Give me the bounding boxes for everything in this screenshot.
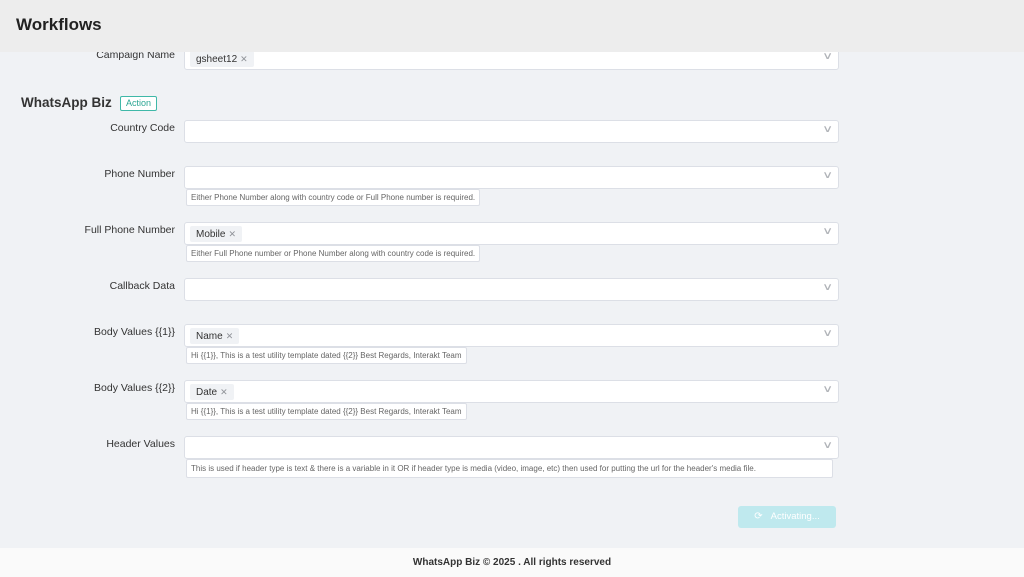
- chevron-down-icon: ∨: [821, 170, 833, 181]
- header-values-select[interactable]: ∨: [184, 436, 839, 459]
- chevron-down-icon: ∨: [821, 51, 833, 62]
- header-values-hint: This is used if header type is text & th…: [186, 459, 833, 478]
- campaign-tag: gsheet12 ✕: [190, 51, 254, 67]
- full-phone-number-select[interactable]: Mobile ✕ ∨: [184, 222, 839, 245]
- chevron-down-icon: ∨: [821, 440, 833, 451]
- body-values-2-select[interactable]: Date ✕ ∨: [184, 380, 839, 403]
- close-icon[interactable]: ✕: [220, 387, 228, 397]
- page-title: Workflows: [16, 15, 102, 34]
- country-code-select[interactable]: ∨: [184, 120, 839, 143]
- full-phone-number-hint: Either Full Phone number or Phone Number…: [186, 245, 481, 262]
- body-values-1-hint: Hi {{1}}, This is a test utility templat…: [186, 347, 467, 364]
- callback-data-label: Callback Data: [109, 280, 175, 292]
- body-values-1-tag: Name ✕: [190, 328, 240, 344]
- chevron-down-icon: ∨: [821, 328, 833, 339]
- phone-number-hint: Either Phone Number along with country c…: [186, 189, 481, 206]
- chevron-down-icon: ∨: [821, 124, 833, 135]
- page-header: Workflows: [0, 0, 1024, 52]
- header-values-label: Header Values: [106, 438, 175, 450]
- chevron-down-icon: ∨: [821, 282, 833, 293]
- loading-spinner-icon: ⟳: [754, 511, 763, 522]
- body-values-2-hint: Hi {{1}}, This is a test utility templat…: [186, 403, 467, 420]
- close-icon[interactable]: ✕: [226, 331, 234, 341]
- phone-number-select[interactable]: ∨: [184, 166, 839, 189]
- phone-number-label: Phone Number: [104, 168, 175, 180]
- footer: WhatsApp Biz © 2025 . All rights reserve…: [0, 548, 1024, 577]
- section-title: WhatsApp Biz: [21, 95, 112, 110]
- full-phone-number-label: Full Phone Number: [84, 224, 175, 236]
- body-values-1-label: Body Values {{1}}: [94, 326, 175, 338]
- body-values-2-label: Body Values {{2}}: [94, 382, 175, 394]
- body-values-1-select[interactable]: Name ✕ ∨: [184, 324, 839, 347]
- body-values-2-tag: Date ✕: [190, 384, 234, 400]
- close-icon[interactable]: ✕: [228, 229, 236, 239]
- action-badge: Action: [120, 96, 158, 111]
- country-code-label: Country Code: [110, 122, 175, 134]
- chevron-down-icon: ∨: [821, 226, 833, 237]
- activate-button[interactable]: ⟳ Activating...: [738, 506, 836, 528]
- callback-data-select[interactable]: ∨: [184, 278, 839, 301]
- full-phone-tag: Mobile ✕: [190, 226, 243, 242]
- close-icon[interactable]: ✕: [240, 54, 248, 64]
- activate-button-label: Activating...: [770, 511, 820, 522]
- chevron-down-icon: ∨: [821, 384, 833, 395]
